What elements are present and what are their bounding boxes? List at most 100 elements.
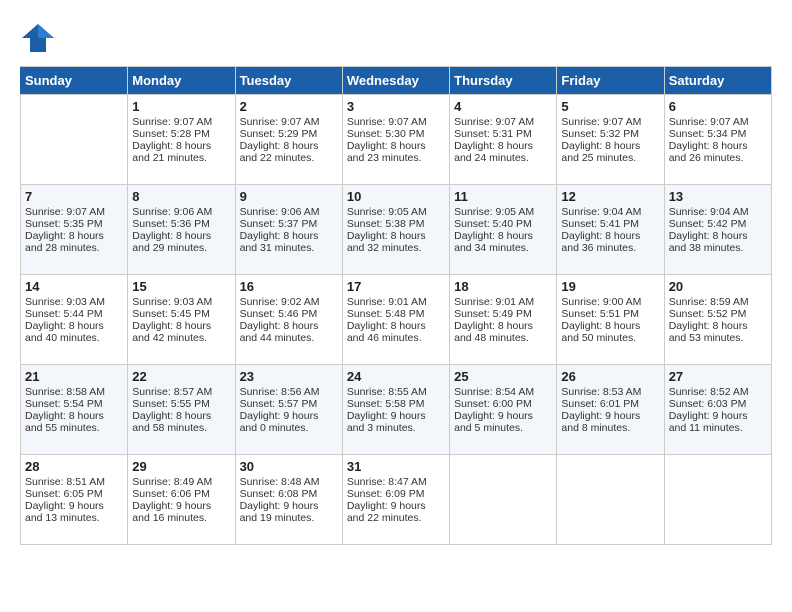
sunrise-text: Sunrise: 8:55 AM (347, 386, 445, 398)
weekday-header: Sunday (21, 67, 128, 95)
sunrise-text: Sunrise: 8:58 AM (25, 386, 123, 398)
day-number: 13 (669, 189, 767, 204)
daylight-text: Daylight: 9 hours and 22 minutes. (347, 500, 445, 524)
calendar-week-row: 7Sunrise: 9:07 AMSunset: 5:35 PMDaylight… (21, 185, 772, 275)
daylight-text: Daylight: 8 hours and 44 minutes. (240, 320, 338, 344)
day-number: 15 (132, 279, 230, 294)
day-number: 7 (25, 189, 123, 204)
daylight-text: Daylight: 9 hours and 11 minutes. (669, 410, 767, 434)
day-number: 18 (454, 279, 552, 294)
day-number: 30 (240, 459, 338, 474)
calendar-cell: 24Sunrise: 8:55 AMSunset: 5:58 PMDayligh… (342, 365, 449, 455)
sunset-text: Sunset: 6:06 PM (132, 488, 230, 500)
daylight-text: Daylight: 8 hours and 50 minutes. (561, 320, 659, 344)
sunset-text: Sunset: 5:36 PM (132, 218, 230, 230)
sunrise-text: Sunrise: 8:51 AM (25, 476, 123, 488)
sunrise-text: Sunrise: 8:48 AM (240, 476, 338, 488)
logo (20, 20, 62, 56)
day-number: 12 (561, 189, 659, 204)
sunrise-text: Sunrise: 9:04 AM (669, 206, 767, 218)
daylight-text: Daylight: 8 hours and 25 minutes. (561, 140, 659, 164)
calendar-cell: 28Sunrise: 8:51 AMSunset: 6:05 PMDayligh… (21, 455, 128, 545)
calendar-cell: 12Sunrise: 9:04 AMSunset: 5:41 PMDayligh… (557, 185, 664, 275)
sunset-text: Sunset: 5:48 PM (347, 308, 445, 320)
day-number: 2 (240, 99, 338, 114)
daylight-text: Daylight: 8 hours and 28 minutes. (25, 230, 123, 254)
sunset-text: Sunset: 5:35 PM (25, 218, 123, 230)
day-number: 28 (25, 459, 123, 474)
daylight-text: Daylight: 8 hours and 21 minutes. (132, 140, 230, 164)
sunset-text: Sunset: 5:58 PM (347, 398, 445, 410)
sunset-text: Sunset: 5:38 PM (347, 218, 445, 230)
sunrise-text: Sunrise: 9:04 AM (561, 206, 659, 218)
calendar-cell (21, 95, 128, 185)
calendar-cell: 1Sunrise: 9:07 AMSunset: 5:28 PMDaylight… (128, 95, 235, 185)
sunrise-text: Sunrise: 8:53 AM (561, 386, 659, 398)
calendar-cell: 7Sunrise: 9:07 AMSunset: 5:35 PMDaylight… (21, 185, 128, 275)
page-header (20, 20, 772, 56)
day-number: 9 (240, 189, 338, 204)
daylight-text: Daylight: 9 hours and 19 minutes. (240, 500, 338, 524)
sunset-text: Sunset: 5:28 PM (132, 128, 230, 140)
day-number: 20 (669, 279, 767, 294)
sunset-text: Sunset: 6:00 PM (454, 398, 552, 410)
logo-icon (20, 20, 56, 56)
daylight-text: Daylight: 9 hours and 5 minutes. (454, 410, 552, 434)
daylight-text: Daylight: 8 hours and 46 minutes. (347, 320, 445, 344)
weekday-header: Tuesday (235, 67, 342, 95)
daylight-text: Daylight: 8 hours and 38 minutes. (669, 230, 767, 254)
daylight-text: Daylight: 8 hours and 26 minutes. (669, 140, 767, 164)
sunset-text: Sunset: 5:52 PM (669, 308, 767, 320)
sunset-text: Sunset: 5:42 PM (669, 218, 767, 230)
calendar-cell: 17Sunrise: 9:01 AMSunset: 5:48 PMDayligh… (342, 275, 449, 365)
calendar-cell (450, 455, 557, 545)
sunset-text: Sunset: 5:51 PM (561, 308, 659, 320)
calendar-cell: 3Sunrise: 9:07 AMSunset: 5:30 PMDaylight… (342, 95, 449, 185)
day-number: 8 (132, 189, 230, 204)
calendar-cell: 4Sunrise: 9:07 AMSunset: 5:31 PMDaylight… (450, 95, 557, 185)
sunrise-text: Sunrise: 9:05 AM (347, 206, 445, 218)
calendar-cell: 27Sunrise: 8:52 AMSunset: 6:03 PMDayligh… (664, 365, 771, 455)
sunrise-text: Sunrise: 8:54 AM (454, 386, 552, 398)
day-number: 17 (347, 279, 445, 294)
sunrise-text: Sunrise: 9:02 AM (240, 296, 338, 308)
sunset-text: Sunset: 5:37 PM (240, 218, 338, 230)
calendar-cell: 5Sunrise: 9:07 AMSunset: 5:32 PMDaylight… (557, 95, 664, 185)
sunset-text: Sunset: 5:46 PM (240, 308, 338, 320)
weekday-header: Friday (557, 67, 664, 95)
sunset-text: Sunset: 5:54 PM (25, 398, 123, 410)
sunrise-text: Sunrise: 8:47 AM (347, 476, 445, 488)
weekday-header: Wednesday (342, 67, 449, 95)
sunset-text: Sunset: 6:08 PM (240, 488, 338, 500)
sunset-text: Sunset: 5:45 PM (132, 308, 230, 320)
calendar-cell: 25Sunrise: 8:54 AMSunset: 6:00 PMDayligh… (450, 365, 557, 455)
daylight-text: Daylight: 8 hours and 32 minutes. (347, 230, 445, 254)
calendar-cell: 13 Sunrise: 9:04 AMSunset: 5:42 PMDayligh… (664, 185, 771, 275)
calendar-cell: 31Sunrise: 8:47 AMSunset: 6:09 PMDayligh… (342, 455, 449, 545)
sunrise-text: Sunrise: 9:07 AM (240, 116, 338, 128)
sunrise-text: Sunrise: 9:03 AM (25, 296, 123, 308)
day-number: 31 (347, 459, 445, 474)
calendar-cell: 26Sunrise: 8:53 AMSunset: 6:01 PMDayligh… (557, 365, 664, 455)
sunrise-text: Sunrise: 9:07 AM (561, 116, 659, 128)
sunrise-text: Sunrise: 9:07 AM (347, 116, 445, 128)
day-number: 5 (561, 99, 659, 114)
calendar-cell: 20Sunrise: 8:59 AMSunset: 5:52 PMDayligh… (664, 275, 771, 365)
calendar-cell (557, 455, 664, 545)
daylight-text: Daylight: 8 hours and 53 minutes. (669, 320, 767, 344)
sunset-text: Sunset: 6:01 PM (561, 398, 659, 410)
daylight-text: Daylight: 9 hours and 8 minutes. (561, 410, 659, 434)
sunset-text: Sunset: 5:57 PM (240, 398, 338, 410)
calendar-week-row: 21Sunrise: 8:58 AMSunset: 5:54 PMDayligh… (21, 365, 772, 455)
calendar-cell: 9Sunrise: 9:06 AMSunset: 5:37 PMDaylight… (235, 185, 342, 275)
weekday-header: Monday (128, 67, 235, 95)
daylight-text: Daylight: 8 hours and 22 minutes. (240, 140, 338, 164)
daylight-text: Daylight: 8 hours and 29 minutes. (132, 230, 230, 254)
calendar-cell (664, 455, 771, 545)
sunrise-text: Sunrise: 8:52 AM (669, 386, 767, 398)
sunset-text: Sunset: 5:30 PM (347, 128, 445, 140)
sunrise-text: Sunrise: 9:03 AM (132, 296, 230, 308)
day-number: 27 (669, 369, 767, 384)
calendar-cell: 8Sunrise: 9:06 AMSunset: 5:36 PMDaylight… (128, 185, 235, 275)
calendar-cell: 10Sunrise: 9:05 AMSunset: 5:38 PMDayligh… (342, 185, 449, 275)
